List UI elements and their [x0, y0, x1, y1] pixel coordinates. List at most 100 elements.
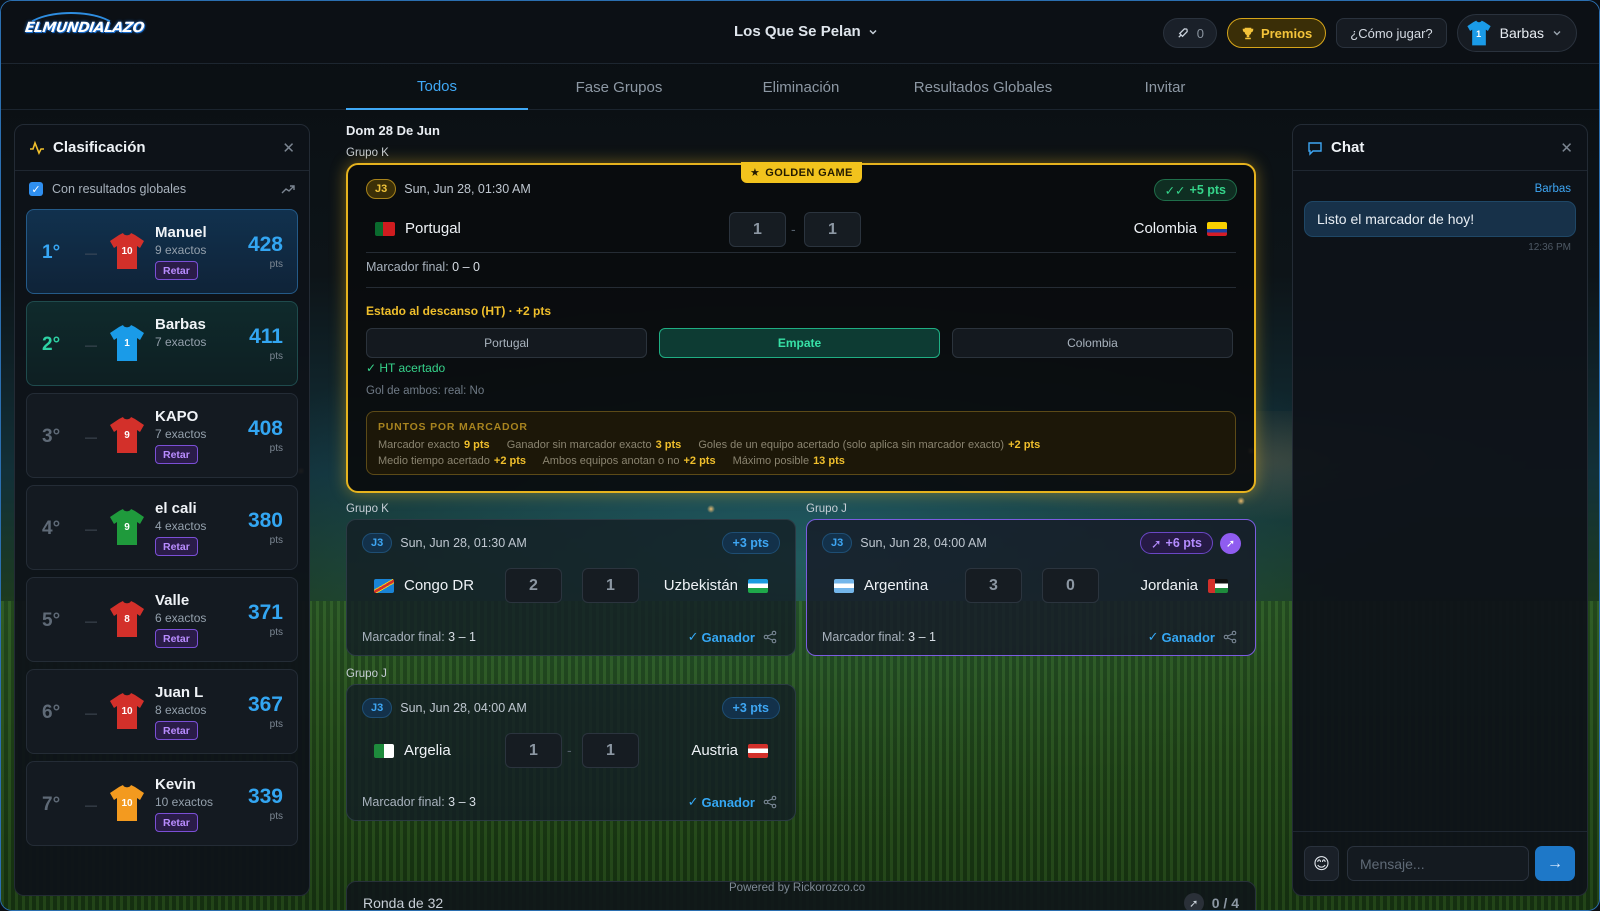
standings-title: Clasificación	[53, 139, 146, 156]
rank-position: 4°	[42, 518, 61, 539]
flag-argentina-icon	[834, 578, 854, 593]
standings-panel: Clasificación ✕ ✓ Con resultados globale…	[14, 124, 310, 896]
group-label: Grupo K	[346, 147, 389, 159]
ht-option-home[interactable]: Portugal	[366, 328, 647, 358]
home-team: Congo DR	[374, 577, 474, 594]
away-team: Austria	[691, 742, 768, 759]
round-badge: J3	[366, 179, 397, 199]
tab-todos[interactable]: Todos	[346, 65, 528, 110]
close-icon[interactable]: ✕	[1560, 139, 1573, 157]
send-button[interactable]: →	[1535, 846, 1575, 881]
golden-match-card[interactable]: ★ GOLDEN GAME J3 Sun, Jun 28, 01:30 AM ✓…	[346, 162, 1256, 493]
match-card[interactable]: J3 Sun, Jun 28, 04:00 AM +3 pts Argelia …	[346, 684, 796, 821]
how-to-play-button[interactable]: ¿Cómo jugar?	[1336, 18, 1447, 48]
chat-message-time: 12:36 PM	[1528, 242, 1571, 253]
chat-message-bubble: Listo el marcador de hoy!	[1304, 201, 1576, 237]
app-logo[interactable]: ELMUNDIALAZO	[21, 8, 145, 54]
prediction-home-score[interactable]: 3	[965, 568, 1022, 603]
standings-row[interactable]: 5° — 8 Valle 6 exactos Retar 371 pts	[26, 577, 298, 662]
prediction-away-score[interactable]: 1	[582, 568, 639, 603]
challenge-button[interactable]: Retar	[155, 721, 198, 740]
boost-count: 0	[1196, 25, 1204, 41]
challenge-button[interactable]: Retar	[155, 813, 198, 832]
match-card[interactable]: J3 Sun, Jun 28, 04:00 AM ➚ +6 pts ➚ Arge…	[806, 519, 1256, 656]
jersey-icon: 1	[109, 324, 145, 362]
round-badge: J3	[362, 698, 393, 718]
away-team: Uzbekistán	[664, 577, 768, 594]
standings-row[interactable]: 3° — 9 KAPO 7 exactos Retar 408 pts	[26, 393, 298, 478]
powered-by: Powered by Rickorozco.co	[729, 882, 866, 894]
prediction-home-score[interactable]: 2	[505, 568, 562, 603]
main-tabs: Todos Fase Grupos Eliminación Resultados…	[346, 65, 1256, 110]
standings-row[interactable]: 7° — 10 Kevin 10 exactos Retar 339 pts	[26, 761, 298, 846]
flag-austria-icon	[748, 743, 768, 758]
challenge-button[interactable]: Retar	[155, 261, 198, 280]
ht-option-away[interactable]: Colombia	[952, 328, 1233, 358]
rank-trend-icon: —	[85, 798, 97, 812]
final-score: Marcador final: 3 – 1	[362, 630, 476, 644]
share-icon[interactable]	[1223, 630, 1237, 644]
final-score: Marcador final: 0 – 0	[366, 260, 480, 274]
flag-portugal-icon	[375, 221, 395, 236]
player-name: Manuel	[155, 224, 207, 241]
checkbox-checked-icon[interactable]: ✓	[29, 182, 43, 196]
points-gained-badge: ✓✓ +5 pts	[1153, 179, 1237, 201]
match-card[interactable]: J3 Sun, Jun 28, 01:30 AM +3 pts Congo DR…	[346, 519, 796, 656]
rank-position: 3°	[42, 426, 61, 447]
player-name: KAPO	[155, 408, 199, 425]
flag-algeria-icon	[374, 743, 394, 758]
close-icon[interactable]: ✕	[282, 139, 295, 157]
match-date: Sun, Jun 28, 04:00 AM	[860, 536, 987, 550]
match-date: Sun, Jun 28, 01:30 AM	[400, 536, 527, 550]
points-unit: pts	[269, 811, 283, 822]
standings-row[interactable]: 6° — 10 Juan L 8 exactos Retar 367 pts	[26, 669, 298, 754]
challenge-button[interactable]: Retar	[155, 537, 198, 556]
league-selector[interactable]: Los Que Se Pelan	[734, 23, 878, 40]
tab-eliminacion[interactable]: Eliminación	[710, 65, 892, 110]
share-icon[interactable]	[763, 795, 777, 809]
prediction-home-score[interactable]: 1	[729, 212, 786, 247]
score-separator: -	[791, 221, 796, 237]
player-name: Valle	[155, 592, 190, 609]
challenge-button[interactable]: Retar	[155, 629, 198, 648]
scoring-rules-title: PUNTOS POR MARCADOR	[378, 421, 528, 433]
global-results-toggle[interactable]: ✓ Con resultados globales	[15, 171, 309, 207]
round-title: Ronda de 32	[363, 895, 444, 911]
standings-row[interactable]: 1° — 10 Manuel 9 exactos Retar 428 pts	[26, 209, 298, 294]
points-unit: pts	[269, 443, 283, 454]
user-menu[interactable]: 1 Barbas	[1456, 14, 1577, 52]
arrow-right-icon: →	[1547, 854, 1563, 872]
tab-invitar[interactable]: Invitar	[1074, 65, 1256, 110]
rank-trend-icon: —	[85, 246, 97, 260]
points-unit: pts	[269, 719, 283, 730]
share-icon[interactable]	[763, 630, 777, 644]
standings-row[interactable]: 2° — 1 Barbas 7 exactos 411 pts	[26, 301, 298, 386]
tab-resultados-globales[interactable]: Resultados Globales	[892, 65, 1074, 110]
check-icon: ✓	[1147, 629, 1159, 644]
prediction-home-score[interactable]: 1	[505, 733, 562, 768]
points-gained-badge: +3 pts	[721, 697, 780, 719]
prediction-away-score[interactable]: 0	[1042, 568, 1099, 603]
exact-count: 7 exactos	[155, 335, 207, 349]
divider	[366, 287, 1236, 288]
global-results-label: Con resultados globales	[52, 182, 187, 196]
emoji-button[interactable]: 😊	[1304, 846, 1339, 881]
check-icon: ✓	[687, 629, 699, 644]
jersey-icon: 10	[109, 784, 145, 822]
ht-option-draw[interactable]: Empate	[659, 328, 940, 358]
premios-button[interactable]: Premios	[1226, 18, 1327, 48]
flag-colombia-icon	[1207, 221, 1227, 236]
match-date: Sun, Jun 28, 01:30 AM	[404, 182, 531, 196]
boost-active-icon[interactable]: ➚	[1220, 533, 1241, 554]
prediction-away-score[interactable]: 1	[582, 733, 639, 768]
prediction-away-score[interactable]: 1	[804, 212, 861, 247]
jersey-number: 9	[124, 430, 130, 441]
boost-counter[interactable]: 0	[1162, 18, 1217, 48]
score-separator: -	[567, 742, 572, 758]
tab-fase-grupos[interactable]: Fase Grupos	[528, 65, 710, 110]
message-input[interactable]	[1347, 846, 1529, 881]
challenge-button[interactable]: Retar	[155, 445, 198, 464]
jersey-number: 10	[121, 798, 133, 809]
group-label: Grupo J	[806, 503, 847, 515]
standings-row[interactable]: 4° — 9 el cali 4 exactos Retar 380 pts	[26, 485, 298, 570]
